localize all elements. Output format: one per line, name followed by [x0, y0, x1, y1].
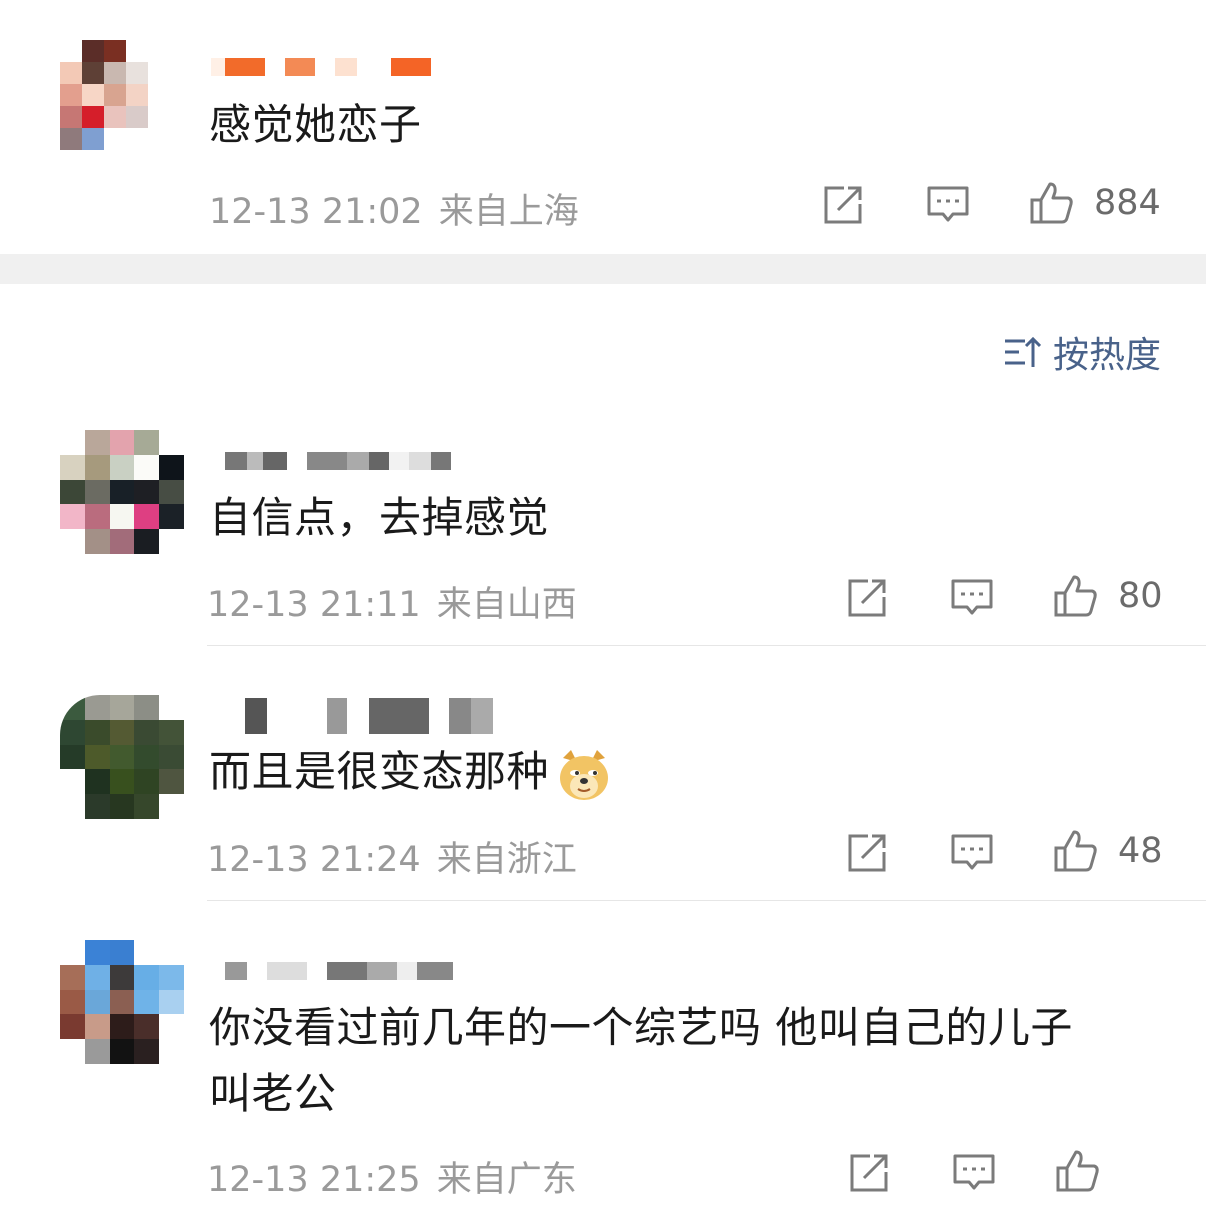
comment-meta: 12-13 21:02 来自上海: [209, 183, 579, 234]
sort-by-hot-button[interactable]: 按热度: [1003, 326, 1161, 378]
avatar[interactable]: [60, 40, 170, 150]
share-icon[interactable]: [844, 575, 890, 621]
comment-meta: 12-13 21:25 来自广东: [207, 1151, 577, 1202]
comment-location: 来自广东: [436, 1160, 577, 1200]
comment-time: 12-13 21:02: [209, 192, 423, 232]
like-icon[interactable]: [1054, 1148, 1100, 1194]
comment-divider: [207, 900, 1206, 901]
comment-time: 12-13 21:25: [207, 1160, 421, 1200]
comment-text-line-1: 你没看过前几年的一个综艺吗 他叫自己的儿子: [209, 1003, 1073, 1052]
username-blurred[interactable]: [245, 698, 493, 734]
comment-location: 来自浙江: [436, 840, 577, 880]
comment-text: 自信点，去掉感觉: [209, 493, 550, 542]
like-icon[interactable]: [1052, 573, 1098, 619]
comment-text: 感觉她恋子: [209, 100, 422, 149]
avatar[interactable]: [60, 940, 184, 1064]
avatar[interactable]: [60, 695, 184, 819]
share-icon[interactable]: [846, 1150, 892, 1196]
share-icon[interactable]: [844, 830, 890, 876]
comment-icon[interactable]: [949, 575, 995, 621]
username-blurred[interactable]: [211, 58, 431, 76]
avatar[interactable]: [60, 430, 184, 554]
comment-icon[interactable]: [949, 830, 995, 876]
comment-meta: 12-13 21:24 来自浙江: [207, 831, 577, 882]
like-icon[interactable]: [1052, 828, 1098, 874]
share-icon[interactable]: [820, 182, 866, 228]
comment-icon[interactable]: [951, 1150, 997, 1196]
comment-location: 来自山西: [436, 585, 577, 625]
sort-label: 按热度: [1052, 335, 1161, 376]
comment-time: 12-13 21:11: [207, 585, 421, 625]
comment-location: 来自上海: [438, 192, 579, 232]
comment-time: 12-13 21:24: [207, 840, 421, 880]
username-blurred[interactable]: [225, 452, 451, 470]
comment-icon[interactable]: [925, 182, 971, 228]
like-icon[interactable]: [1028, 180, 1074, 226]
comment-divider: [207, 645, 1206, 646]
comment-text: 而且是很变态那种: [209, 744, 611, 802]
sort-icon: [1004, 336, 1041, 367]
like-count: 884: [1094, 183, 1161, 223]
doge-emoji: [560, 749, 609, 800]
username-blurred[interactable]: [225, 962, 453, 980]
section-divider: [0, 254, 1206, 284]
comment-text-body: 而且是很变态那种: [209, 747, 550, 796]
like-count: 48: [1118, 831, 1163, 871]
like-count: 80: [1118, 576, 1163, 616]
comment-text-line-2: 叫老公: [209, 1069, 337, 1118]
comment-meta: 12-13 21:11 来自山西: [207, 576, 577, 627]
